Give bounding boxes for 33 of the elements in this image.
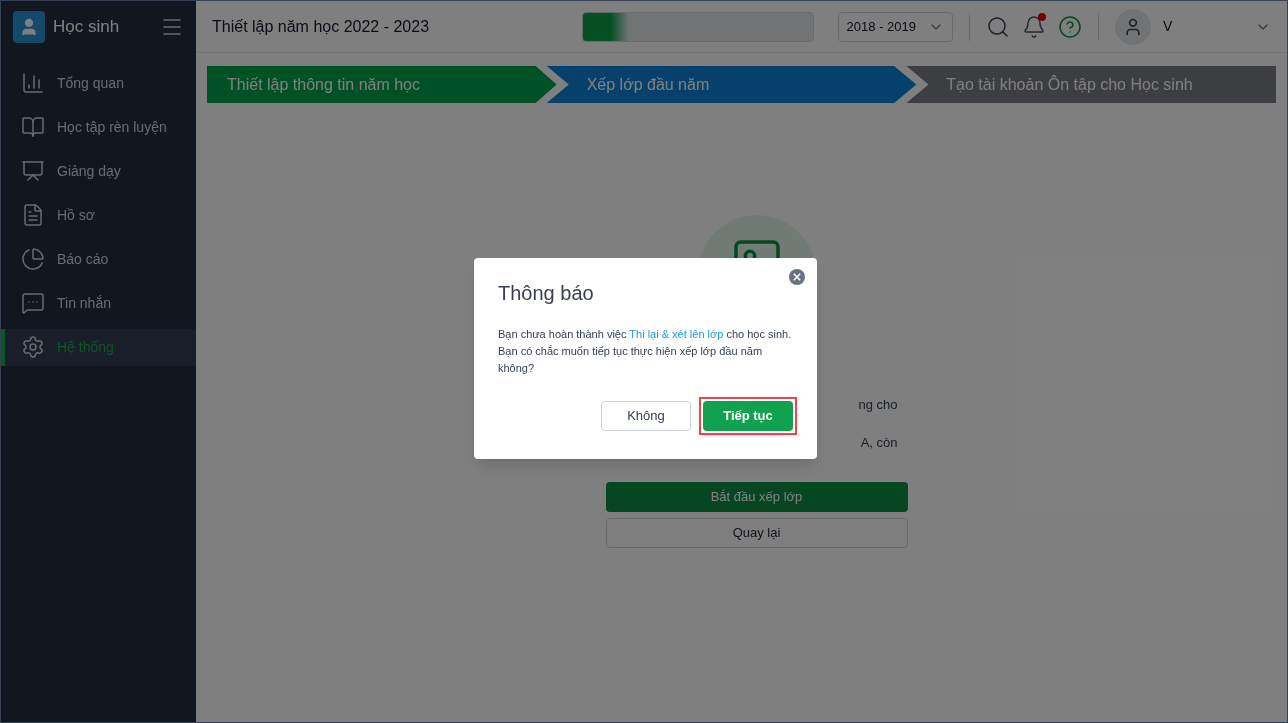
back-button[interactable]: Quay lại [605, 518, 908, 548]
description-text: A, còn [860, 433, 898, 452]
book-icon [21, 115, 45, 139]
close-icon[interactable] [789, 269, 805, 285]
link[interactable]: Thi lại & xét lên lớp [629, 328, 724, 340]
sidebar-item[interactable]: Giảng dạy [1, 152, 196, 190]
bell-icon[interactable] [1022, 14, 1046, 39]
page-title: Thiết lập năm học 2022 - 2023 [212, 16, 431, 37]
pie-chart-icon [21, 247, 45, 271]
sidebar-item[interactable]: Báo cáo [1, 240, 196, 278]
start-button[interactable]: Bắt đầu xếp lớp [605, 482, 908, 512]
app-title: Học sinh [53, 16, 121, 39]
sidebar-item[interactable]: Học tập rèn luyện [1, 108, 196, 146]
search-icon[interactable] [986, 14, 1010, 39]
app-logo-icon [13, 11, 45, 43]
sidebar-item[interactable]: Hệ thống [1, 328, 196, 366]
continue-button[interactable]: Tiếp tục [703, 401, 793, 431]
user-name: V [1163, 17, 1174, 36]
dialog-title: Thông báo [498, 281, 595, 306]
avatar[interactable] [1115, 8, 1151, 45]
document-icon [21, 203, 45, 227]
chat-icon [21, 291, 45, 315]
help-icon[interactable] [1058, 14, 1082, 39]
sidebar-item[interactable]: Tin nhắn [1, 284, 196, 322]
board-icon [21, 159, 45, 183]
sidebar-item[interactable]: Tổng quan [1, 64, 196, 102]
settings-icon [21, 335, 45, 359]
dialog-message: Bạn chưa hoàn thành việc Thi lại & xét lên lớp cho học sinh. Bạn có chắc muốn tiếp tục thực hiện xếp lớp đầu năm không? [498, 327, 793, 376]
sidebar-item[interactable]: Hồ sơ [1, 196, 196, 234]
description-text: ng cho [858, 396, 898, 414]
bar-chart-icon [21, 71, 45, 95]
cancel-button[interactable]: Không [601, 401, 691, 431]
year-select[interactable]: 2018 - 2019 [837, 11, 953, 42]
